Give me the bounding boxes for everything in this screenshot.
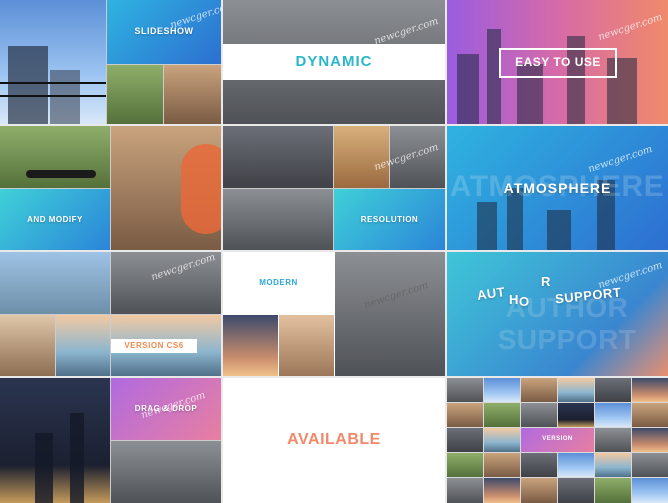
dynamic-title-bar: DYNAMIC bbox=[223, 44, 445, 80]
version-label: VERSION CS6 bbox=[124, 341, 184, 350]
template-preview-grid: SLIDESHOW newcger.com DYNAMIC newcger.co… bbox=[0, 0, 668, 503]
support-letter-r: R bbox=[541, 274, 551, 289]
tile-slideshow: SLIDESHOW newcger.com bbox=[0, 0, 221, 124]
tile-collage: VERSION bbox=[447, 378, 668, 503]
tile-dynamic: DYNAMIC newcger.com bbox=[223, 0, 445, 124]
and-modify-label: AND MODIFY bbox=[27, 215, 83, 224]
easy-to-use-label: EASY TO USE bbox=[515, 55, 601, 69]
watermark: newcger.com bbox=[596, 11, 664, 44]
tile-drag-drop: DRAG & DROP newcger.com bbox=[0, 378, 221, 503]
brownstone-photo bbox=[111, 126, 221, 250]
night-skyline-photo bbox=[0, 378, 110, 503]
slideshow-label: SLIDESHOW bbox=[134, 26, 194, 36]
dynamic-label: DYNAMIC bbox=[295, 53, 373, 70]
dusk-city-photo bbox=[223, 315, 278, 376]
skater-photo bbox=[223, 189, 333, 250]
collage-label: VERSION bbox=[542, 436, 573, 442]
hand-photo bbox=[0, 252, 110, 314]
fence-photo bbox=[111, 441, 221, 503]
support-letter-h: H bbox=[509, 292, 519, 307]
resolution-title-panel: RESOLUTION bbox=[334, 189, 445, 250]
version-panel: VERSION CS6 bbox=[111, 315, 221, 376]
tile-version: VERSION CS6 newcger.com bbox=[0, 252, 221, 376]
modify-title-panel: AND MODIFY bbox=[0, 189, 110, 250]
support-letter-o: O bbox=[519, 294, 530, 309]
tile-available: AVAILABLE bbox=[223, 378, 445, 503]
watermark: newcger.com bbox=[596, 259, 664, 292]
tile-atmosphere: ATMOSPHERE ATMOSPHERE newcger.com bbox=[447, 126, 668, 250]
modern-title-panel: MODERN bbox=[223, 252, 334, 314]
couple-photo bbox=[107, 65, 163, 124]
tile-resolution: RESOLUTION newcger.com bbox=[223, 126, 445, 250]
tile-author-support: AUTHOR SUPPORT AUT H O R SUPPORT newcger… bbox=[447, 252, 668, 376]
laughing-women-photo bbox=[279, 315, 334, 376]
walking-man-photo bbox=[335, 252, 445, 376]
slideshow-title-panel: SLIDESHOW newcger.com bbox=[107, 0, 221, 64]
modern-label: MODERN bbox=[259, 278, 298, 287]
sunglasses-photo bbox=[334, 126, 389, 188]
woman-photo bbox=[164, 65, 221, 124]
beach-walker-photo bbox=[56, 315, 110, 376]
collage-title-panel: VERSION bbox=[521, 428, 594, 452]
tile-and-modify: AND MODIFY bbox=[0, 126, 221, 250]
tile-modern: MODERN newcger.com bbox=[223, 252, 445, 376]
rock-photo bbox=[223, 126, 333, 188]
skateboard-photo bbox=[0, 126, 110, 188]
sunglasses-woman-photo bbox=[0, 315, 55, 376]
resolution-label: RESOLUTION bbox=[360, 215, 419, 224]
tile-easy-to-use: EASY TO USE newcger.com bbox=[447, 0, 668, 124]
atmosphere-label: ATMOSPHERE bbox=[503, 180, 612, 196]
version-label-bar: VERSION CS6 bbox=[111, 339, 197, 353]
skyscraper-photo bbox=[0, 0, 106, 124]
available-label: AVAILABLE bbox=[287, 431, 381, 448]
